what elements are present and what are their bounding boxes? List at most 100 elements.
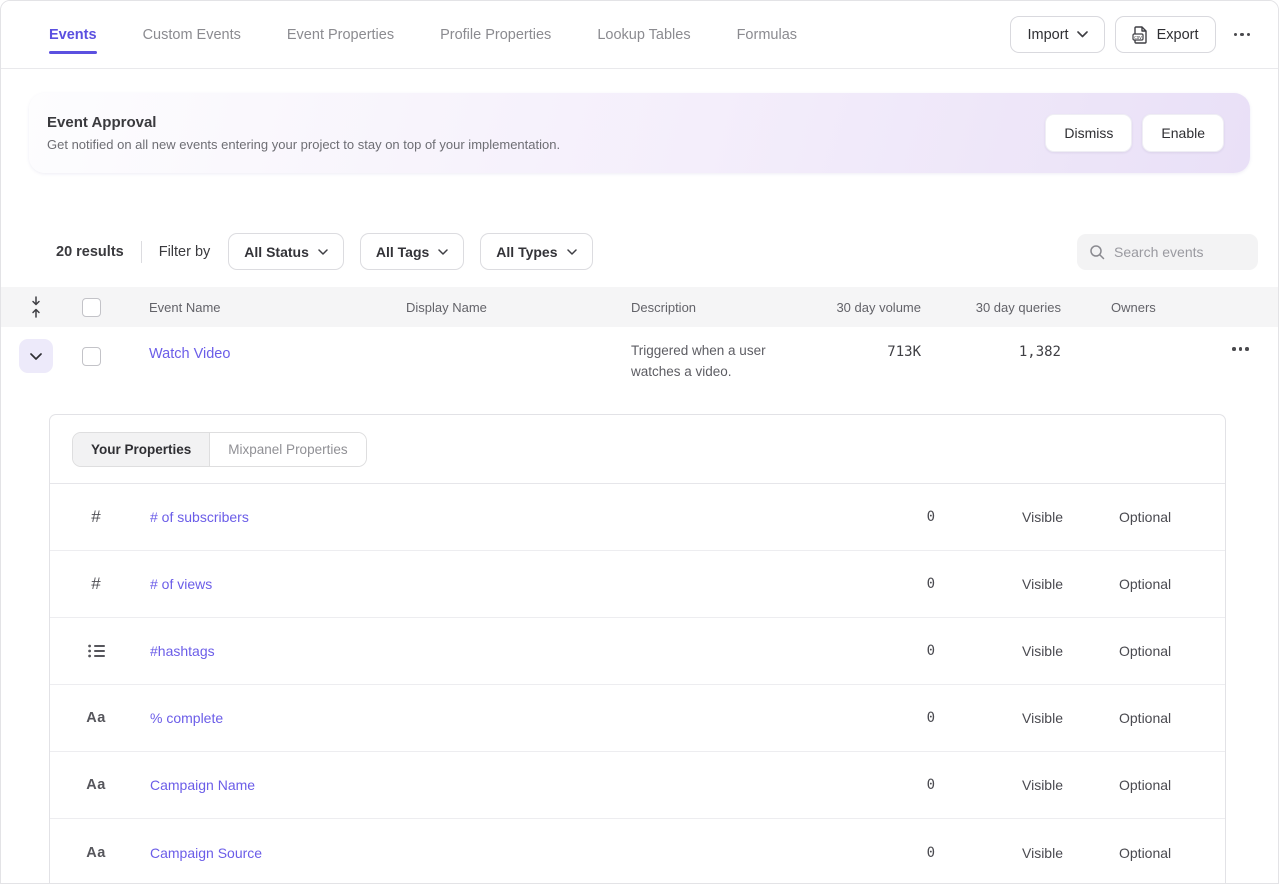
banner-description: Get notified on all new events entering …	[47, 137, 560, 152]
chevron-down-icon	[438, 249, 448, 255]
text-type-icon: Aa	[86, 777, 106, 793]
numeric-type-icon: #	[91, 507, 100, 527]
more-options-icon	[1232, 347, 1249, 351]
banner-actions: Dismiss Enable	[1045, 114, 1224, 152]
property-query-count: 0	[815, 643, 935, 659]
tab-profile-properties[interactable]: Profile Properties	[440, 3, 551, 67]
search-box	[1077, 234, 1258, 270]
property-query-count: 0	[815, 576, 935, 592]
text-type-icon: Aa	[86, 845, 106, 861]
status-filter-dropdown[interactable]: All Status	[228, 233, 344, 270]
list-type-icon	[88, 644, 105, 658]
event-queries: 1,382	[921, 339, 1061, 360]
property-requirement: Optional	[1119, 509, 1211, 525]
property-name-link[interactable]: % complete	[150, 710, 223, 726]
nav-tabs: Events Custom Events Event Properties Pr…	[49, 3, 1010, 67]
event-name-link[interactable]: Watch Video	[149, 346, 230, 362]
property-visibility: Visible	[935, 509, 1119, 525]
property-query-count: 0	[815, 777, 935, 793]
top-nav: Events Custom Events Event Properties Pr…	[1, 1, 1278, 69]
export-button-label: Export	[1157, 27, 1199, 43]
collapse-all-icon[interactable]	[30, 296, 42, 318]
search-input[interactable]	[1114, 244, 1246, 260]
search-icon	[1089, 244, 1105, 260]
property-name-link[interactable]: # of views	[150, 576, 212, 592]
svg-text:csv: csv	[1134, 34, 1142, 40]
filter-by-label: Filter by	[159, 244, 211, 260]
property-query-count: 0	[815, 845, 935, 861]
banner-title: Event Approval	[47, 114, 560, 131]
import-button[interactable]: Import	[1010, 16, 1104, 53]
col-description: Description	[631, 300, 821, 315]
row-checkbox[interactable]	[82, 347, 101, 366]
chevron-down-icon	[1077, 31, 1088, 38]
tab-events[interactable]: Events	[49, 3, 97, 67]
property-requirement: Optional	[1119, 777, 1211, 793]
numeric-type-icon: #	[91, 574, 100, 594]
text-type-icon: Aa	[86, 710, 106, 726]
more-options-icon	[1234, 33, 1251, 37]
tab-event-properties[interactable]: Event Properties	[287, 3, 394, 67]
properties-tabs: Your Properties Mixpanel Properties	[50, 415, 1225, 484]
lexicon-page: Events Custom Events Event Properties Pr…	[0, 0, 1279, 884]
property-row: # # of views 0 Visible Optional	[50, 551, 1225, 618]
status-filter-label: All Status	[244, 244, 309, 260]
collapse-row-button[interactable]	[19, 339, 53, 373]
import-button-label: Import	[1027, 27, 1068, 43]
property-row: Aa Campaign Source 0 Visible Optional	[50, 819, 1225, 884]
chevron-down-icon	[567, 249, 577, 255]
col-queries: 30 day queries	[921, 300, 1061, 315]
event-volume: 713K	[821, 339, 921, 360]
dismiss-button[interactable]: Dismiss	[1045, 114, 1132, 152]
property-requirement: Optional	[1119, 576, 1211, 592]
property-name-link[interactable]: #hashtags	[150, 643, 215, 659]
property-row: Aa % complete 0 Visible Optional	[50, 685, 1225, 752]
tab-formulas[interactable]: Formulas	[737, 3, 797, 67]
event-description: Triggered when a user watches a video.	[631, 339, 821, 383]
types-filter-dropdown[interactable]: All Types	[480, 233, 592, 270]
property-row: Aa Campaign Name 0 Visible Optional	[50, 752, 1225, 819]
enable-button[interactable]: Enable	[1142, 114, 1224, 152]
property-name-link[interactable]: # of subscribers	[150, 509, 249, 525]
select-all-checkbox[interactable]	[82, 298, 101, 317]
property-row: #hashtags 0 Visible Optional	[50, 618, 1225, 685]
tab-mixpanel-properties[interactable]: Mixpanel Properties	[210, 433, 365, 466]
row-more-button[interactable]	[1224, 339, 1257, 355]
property-requirement: Optional	[1119, 710, 1211, 726]
property-name-link[interactable]: Campaign Name	[150, 777, 255, 793]
property-visibility: Visible	[935, 845, 1119, 861]
property-visibility: Visible	[935, 576, 1119, 592]
tags-filter-dropdown[interactable]: All Tags	[360, 233, 464, 270]
tab-your-properties[interactable]: Your Properties	[73, 433, 210, 466]
property-query-count: 0	[815, 710, 935, 726]
event-approval-banner: Event Approval Get notified on all new e…	[29, 93, 1250, 173]
tab-custom-events[interactable]: Custom Events	[143, 3, 241, 67]
col-event-name: Event Name	[111, 300, 406, 315]
property-name-link[interactable]: Campaign Source	[150, 845, 262, 861]
banner-text: Event Approval Get notified on all new e…	[47, 114, 560, 152]
table-header: Event Name Display Name Description 30 d…	[1, 287, 1278, 327]
filter-bar: 20 results Filter by All Status All Tags…	[56, 233, 1258, 270]
tab-lookup-tables[interactable]: Lookup Tables	[597, 3, 690, 67]
property-visibility: Visible	[935, 777, 1119, 793]
results-count: 20 results	[56, 244, 124, 260]
event-properties-panel: Your Properties Mixpanel Properties # # …	[49, 414, 1226, 884]
chevron-down-icon	[318, 249, 328, 255]
col-owners: Owners	[1061, 300, 1201, 315]
nav-actions: Import csv Export	[1010, 16, 1258, 53]
col-display-name: Display Name	[406, 300, 631, 315]
nav-more-button[interactable]	[1226, 29, 1259, 41]
property-requirement: Optional	[1119, 643, 1211, 659]
csv-file-icon: csv	[1132, 26, 1149, 44]
property-row: # # of subscribers 0 Visible Optional	[50, 484, 1225, 551]
property-requirement: Optional	[1119, 845, 1211, 861]
property-visibility: Visible	[935, 710, 1119, 726]
property-query-count: 0	[815, 509, 935, 525]
tags-filter-label: All Tags	[376, 244, 429, 260]
event-table-row: Watch Video Triggered when a user watche…	[1, 327, 1278, 414]
export-button[interactable]: csv Export	[1115, 16, 1216, 53]
col-volume: 30 day volume	[821, 300, 921, 315]
types-filter-label: All Types	[496, 244, 557, 260]
divider	[141, 241, 142, 263]
property-visibility: Visible	[935, 643, 1119, 659]
